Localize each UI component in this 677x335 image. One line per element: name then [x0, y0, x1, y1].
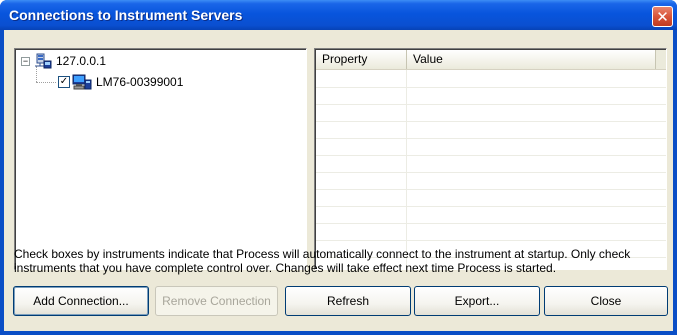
title-bar[interactable]: Connections to Instrument Servers ✕ — [0, 0, 677, 30]
grid-row-line — [316, 206, 666, 207]
server-label: 127.0.0.1 — [56, 54, 107, 68]
window-title: Connections to Instrument Servers — [9, 7, 243, 23]
grid-row-line — [316, 223, 666, 224]
list-header: Property Value — [316, 50, 666, 70]
add-connection-button[interactable]: Add Connection... — [13, 286, 149, 316]
network-server-icon — [35, 53, 52, 69]
tree-connector — [36, 82, 56, 83]
remove-connection-button[interactable]: Remove Connection — [155, 286, 278, 316]
column-header-property[interactable]: Property — [316, 50, 407, 69]
info-text: Check boxes by instruments indicate that… — [14, 247, 631, 275]
instrument-computer-icon — [72, 74, 92, 90]
export-button[interactable]: Export... — [414, 286, 540, 316]
tree-node-instrument[interactable]: ✓ LM76-00399001 — [58, 74, 183, 90]
collapse-icon[interactable]: − — [21, 56, 30, 66]
tree-node-server[interactable]: − 127.0.0.1 — [21, 53, 106, 69]
close-button[interactable]: Close — [544, 286, 668, 316]
close-icon: ✕ — [656, 7, 669, 26]
grid-row-line — [316, 172, 666, 173]
autoconnect-checkbox[interactable]: ✓ — [58, 76, 70, 88]
grid-row-line — [316, 121, 666, 122]
grid-row-line — [316, 87, 666, 88]
grid-row-line — [316, 189, 666, 190]
grid-row-line — [316, 155, 666, 156]
grid-row-line — [316, 138, 666, 139]
instrument-label: LM76-00399001 — [96, 75, 184, 89]
dialog-window: Connections to Instrument Servers ✕ − 12… — [0, 0, 677, 335]
grid-row-line — [316, 240, 666, 241]
column-header-value[interactable]: Value — [407, 50, 656, 69]
refresh-button[interactable]: Refresh — [285, 286, 411, 316]
grid-row-line — [316, 104, 666, 105]
server-tree[interactable]: − 127.0.0.1 ✓ LM76-00399001 — [14, 48, 307, 270]
dialog-body: − 127.0.0.1 ✓ LM76-00399001 Property Val… — [4, 30, 673, 331]
property-list[interactable]: Property Value — [314, 48, 667, 270]
close-window-button[interactable]: ✕ — [652, 6, 673, 27]
